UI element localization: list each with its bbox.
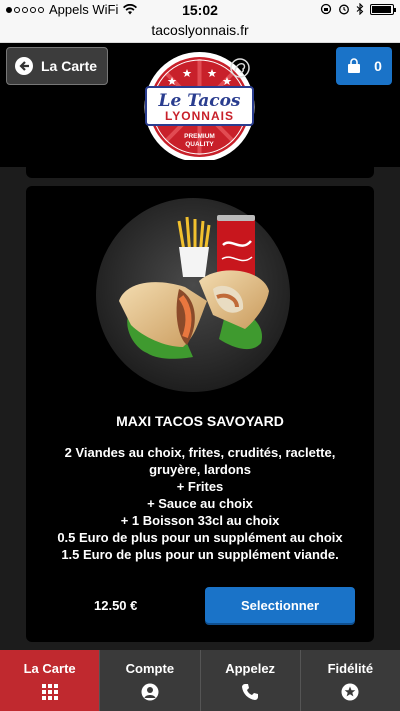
star-icon xyxy=(341,683,359,701)
product-description: 2 Viandes au choix, frites, crudités, ra… xyxy=(36,444,364,563)
status-right xyxy=(320,3,396,15)
back-to-menu-button[interactable]: La Carte xyxy=(6,47,108,85)
description-line: gruyère, lardons xyxy=(149,462,251,477)
cart-count: 0 xyxy=(374,58,382,74)
grid-icon xyxy=(41,684,58,700)
arrow-left-icon xyxy=(15,57,33,75)
status-bar: Appels WiFi 15:02 xyxy=(0,0,400,20)
rotation-lock-icon xyxy=(320,3,332,15)
lion-emblem-icon xyxy=(230,58,250,78)
logo-line1: Le Tacos xyxy=(158,91,241,111)
description-line: + Frites xyxy=(176,479,224,494)
tab-la-carte[interactable]: La Carte xyxy=(0,650,100,711)
shopping-bag-icon xyxy=(348,58,361,73)
logo-badge-line2: QUALITY xyxy=(185,141,214,148)
phone-icon xyxy=(242,684,259,700)
screen: Appels WiFi 15:02 tacoslyonnais.fr La Ca… xyxy=(0,0,400,711)
url-bar[interactable]: tacoslyonnais.fr xyxy=(0,20,400,43)
tab-label: Fidélité xyxy=(327,661,374,676)
tab-label: Compte xyxy=(125,661,175,676)
logo-line2: LYONNAIS xyxy=(165,109,234,123)
description-line: 1.5 Euro de plus pour un supplément vian… xyxy=(61,547,339,562)
bottom-tab-bar: La Carte Compte Appelez Fidélité xyxy=(0,650,400,711)
product-card: MAXI TACOS SAVOYARD 2 Viandes au choix, … xyxy=(26,186,374,642)
app-header: La Carte Le Tacos LYONNAIS PREMIUM QUALI… xyxy=(0,43,400,167)
select-product-button[interactable]: Selectionner xyxy=(205,587,355,623)
product-price: 12.50 € xyxy=(94,598,138,613)
cart-button[interactable]: 0 xyxy=(336,47,392,85)
user-icon xyxy=(141,683,159,701)
previous-product-card xyxy=(26,160,374,178)
logo-badge-line1: PREMIUM xyxy=(184,133,215,140)
tab-compte[interactable]: Compte xyxy=(99,650,199,711)
alarm-icon xyxy=(339,4,349,15)
product-image xyxy=(96,198,290,392)
tab-fidelite[interactable]: Fidélité xyxy=(299,650,400,711)
description-line: 2 Viandes au choix, frites, crudités, ra… xyxy=(64,445,336,460)
tab-appelez[interactable]: Appelez xyxy=(199,650,300,711)
description-line: 0.5 Euro de plus pour un supplément au c… xyxy=(57,530,343,545)
back-button-label: La Carte xyxy=(41,58,98,74)
tab-label: Appelez xyxy=(225,661,276,676)
description-line: + 1 Boisson 33cl au choix xyxy=(120,513,280,528)
product-title: MAXI TACOS SAVOYARD xyxy=(116,413,284,429)
description-line: + Sauce au choix xyxy=(147,496,253,511)
tab-label: La Carte xyxy=(23,661,76,676)
bluetooth-icon xyxy=(356,3,364,15)
battery-icon xyxy=(370,3,396,15)
